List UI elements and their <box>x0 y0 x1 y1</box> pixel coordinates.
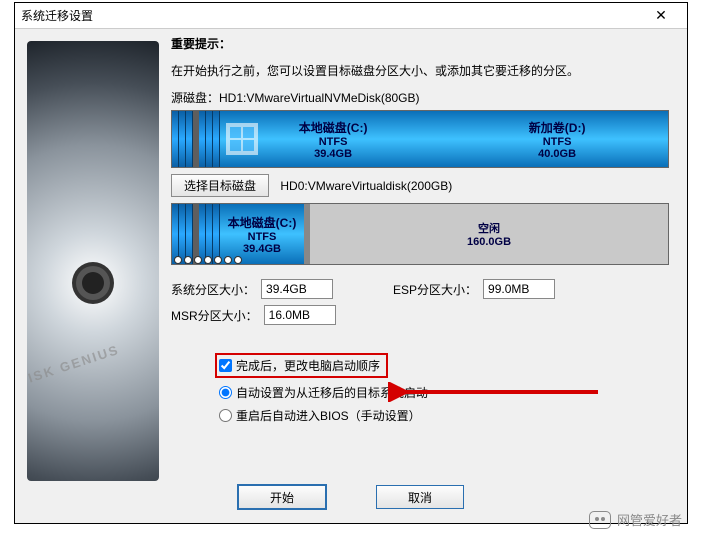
titlebar: 系统迁移设置 ✕ <box>15 3 687 29</box>
bios-boot-radio[interactable]: 重启后自动进入BIOS（手动设置） <box>215 407 669 424</box>
main-panel: 重要提示： 在开始执行之前，您可以设置目标磁盘分区大小、或添加其它要迁移的分区。… <box>171 29 687 523</box>
change-boot-order-input[interactable] <box>219 359 232 372</box>
hint-title: 重要提示： <box>171 35 669 52</box>
wechat-icon <box>589 511 611 529</box>
watermark: 网管爱好者 <box>589 510 682 529</box>
source-disk-label: 源磁盘：HD1:VMwareVirtualNVMeDisk(80GB) <box>171 89 669 106</box>
esp-partition-size-field: ESP分区大小： <box>393 279 555 299</box>
change-boot-order-checkbox[interactable]: 完成后，更改电脑启动顺序 <box>215 353 388 378</box>
system-partition-size-input[interactable] <box>261 279 333 299</box>
source-partition-d[interactable]: 新加卷(D:) NTFS 40.0GB <box>446 111 668 167</box>
system-partition-size-field: 系统分区大小： <box>171 279 333 299</box>
source-partition-c[interactable]: 本地磁盘(C:) NTFS 39.4GB <box>220 111 446 167</box>
source-disk-bar: 本地磁盘(C:) NTFS 39.4GB 新加卷(D:) NTFS 40.0GB <box>171 110 669 168</box>
msr-partition-size-field: MSR分区大小： <box>171 305 336 325</box>
target-disk-bar: 本地磁盘(C:) NTFS 39.4GB 空闲 160.0GB <box>171 203 669 265</box>
dialog-window: 系统迁移设置 ✕ 重要提示： 在开始执行之前，您可以设置目标磁盘分区大小、或添加… <box>14 2 688 524</box>
target-partition-c[interactable]: 本地磁盘(C:) NTFS 39.4GB <box>220 204 304 264</box>
close-button[interactable]: ✕ <box>641 3 681 28</box>
windows-icon <box>226 123 258 155</box>
window-title: 系统迁移设置 <box>21 7 641 24</box>
auto-boot-input[interactable] <box>219 386 232 399</box>
msr-partition-size-input[interactable] <box>264 305 336 325</box>
target-free-space[interactable]: 空闲 160.0GB <box>310 204 668 264</box>
bios-boot-input[interactable] <box>219 409 232 422</box>
start-button[interactable]: 开始 <box>238 485 326 509</box>
sidebar-image <box>15 29 171 523</box>
esp-partition-size-input[interactable] <box>483 279 555 299</box>
disk-genius-logo <box>27 41 159 481</box>
cancel-button[interactable]: 取消 <box>376 485 464 509</box>
select-target-disk-button[interactable]: 选择目标磁盘 <box>171 174 269 197</box>
hint-text: 在开始执行之前，您可以设置目标磁盘分区大小、或添加其它要迁移的分区。 <box>171 62 669 79</box>
boot-options: 完成后，更改电脑启动顺序 自动设置为从迁移后的目标系统启动 重启后自动进入BIO… <box>171 353 669 424</box>
target-disk-label: HD0:VMwareVirtualdisk(200GB) <box>280 179 452 193</box>
auto-boot-radio[interactable]: 自动设置为从迁移后的目标系统启动 <box>215 384 669 401</box>
